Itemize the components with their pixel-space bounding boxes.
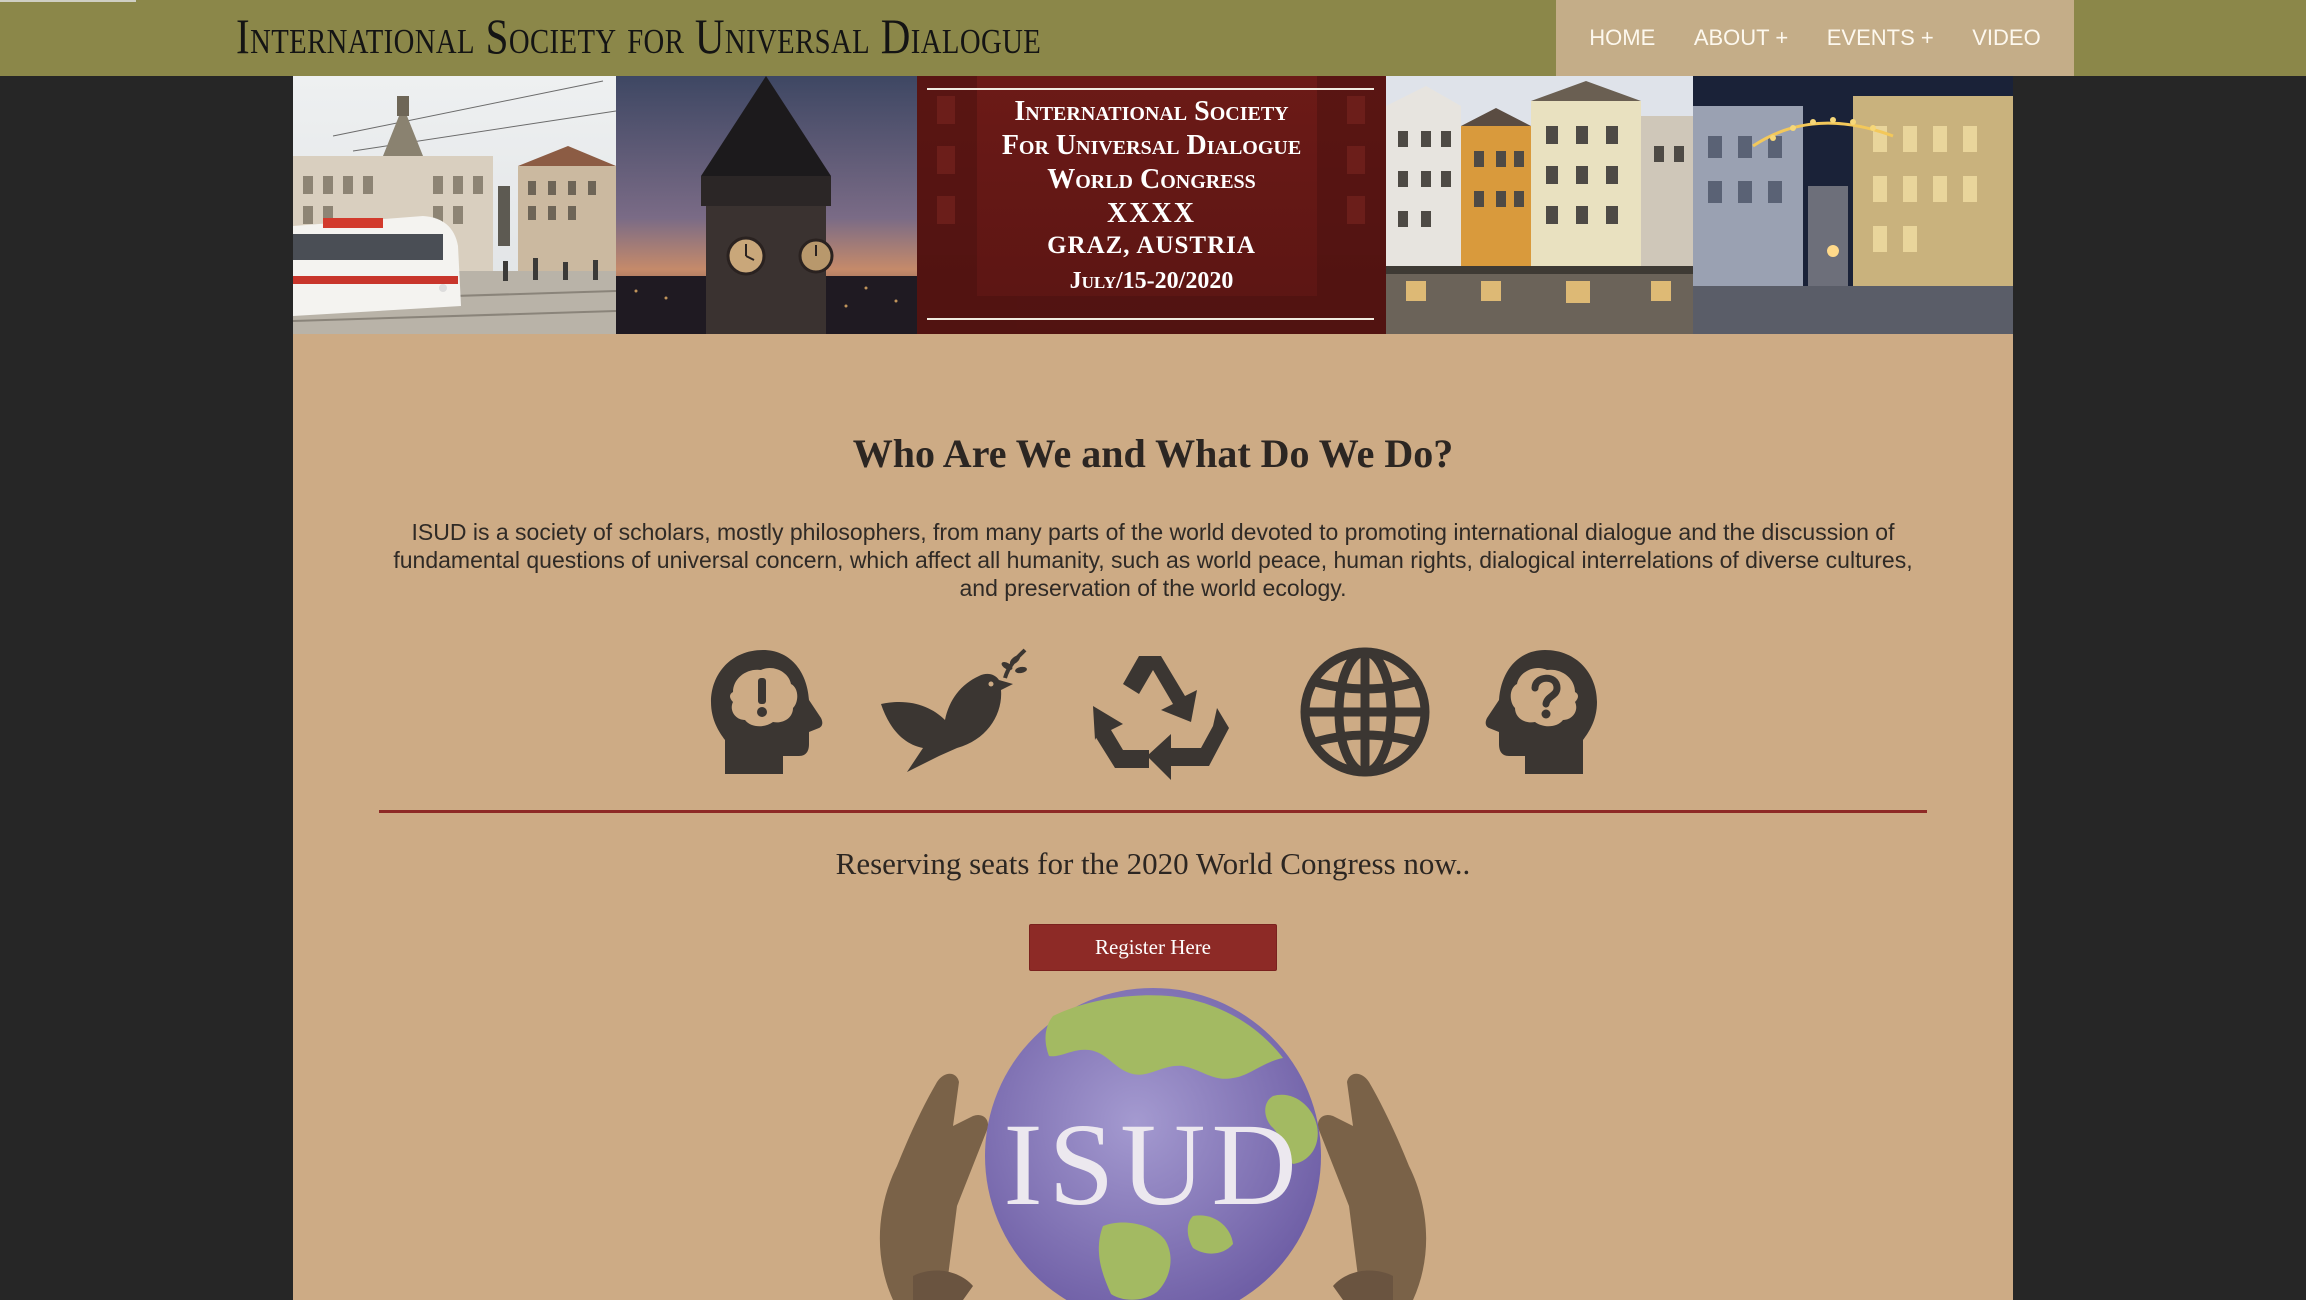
peace-dove-icon bbox=[881, 648, 1027, 772]
nav-home[interactable]: HOME bbox=[1589, 25, 1655, 51]
globe-icon bbox=[1300, 647, 1430, 777]
banner-line-congress: World Congress bbox=[1047, 164, 1256, 195]
header-banner: International Society For Universal Dial… bbox=[293, 76, 2013, 334]
banner-photo-tram-square bbox=[293, 76, 616, 334]
nav-about[interactable]: ABOUT + bbox=[1694, 25, 1788, 51]
banner-rule-bottom bbox=[927, 318, 1374, 320]
head-question-icon bbox=[1485, 650, 1597, 774]
banner-line-society: International Society bbox=[1014, 96, 1289, 127]
section-divider bbox=[379, 810, 1927, 813]
corner-mark bbox=[0, 0, 136, 2]
banner-rule-top bbox=[927, 88, 1374, 90]
banner-photo-clock-tower bbox=[616, 76, 917, 334]
intro-paragraph: ISUD is a society of scholars, mostly ph… bbox=[393, 519, 1913, 601]
nav-events[interactable]: EVENTS + bbox=[1827, 25, 1934, 51]
banner-photo-night-street bbox=[1693, 76, 2013, 334]
main-content: Who Are We and What Do We Do? ISUD is a … bbox=[293, 334, 2013, 1300]
logo-text: ISUD bbox=[1003, 1099, 1302, 1230]
mission-icons bbox=[293, 644, 2013, 784]
main-nav: HOME ABOUT + EVENTS + VIDEO bbox=[1556, 0, 2074, 76]
reservation-notice: Reserving seats for the 2020 World Congr… bbox=[835, 846, 1471, 881]
banner-line-dialogue: For Universal Dialogue bbox=[1001, 130, 1302, 161]
banner-line-location: GRAZ, AUSTRIA bbox=[1047, 232, 1256, 259]
isud-logo: ISUD bbox=[879, 988, 1427, 1300]
nav-video[interactable]: VIDEO bbox=[1972, 25, 2040, 51]
banner-line-number: XXXX bbox=[1107, 198, 1196, 229]
top-bar: International Society for Universal Dial… bbox=[0, 0, 2306, 76]
section-heading: Who Are We and What Do We Do? bbox=[852, 431, 1454, 476]
banner-photo-facades bbox=[1386, 76, 1693, 334]
banner-congress-panel: International Society For Universal Dial… bbox=[917, 76, 1386, 334]
site-title[interactable]: International Society for Universal Dial… bbox=[236, 8, 1041, 64]
recycle-icon bbox=[1093, 656, 1229, 780]
head-exclamation-icon bbox=[711, 650, 823, 774]
register-button[interactable]: Register Here bbox=[1029, 924, 1277, 971]
banner-line-dates: July/15-20/2020 bbox=[1069, 268, 1234, 294]
congress-title-block: International Society For Universal Dial… bbox=[917, 76, 1386, 334]
